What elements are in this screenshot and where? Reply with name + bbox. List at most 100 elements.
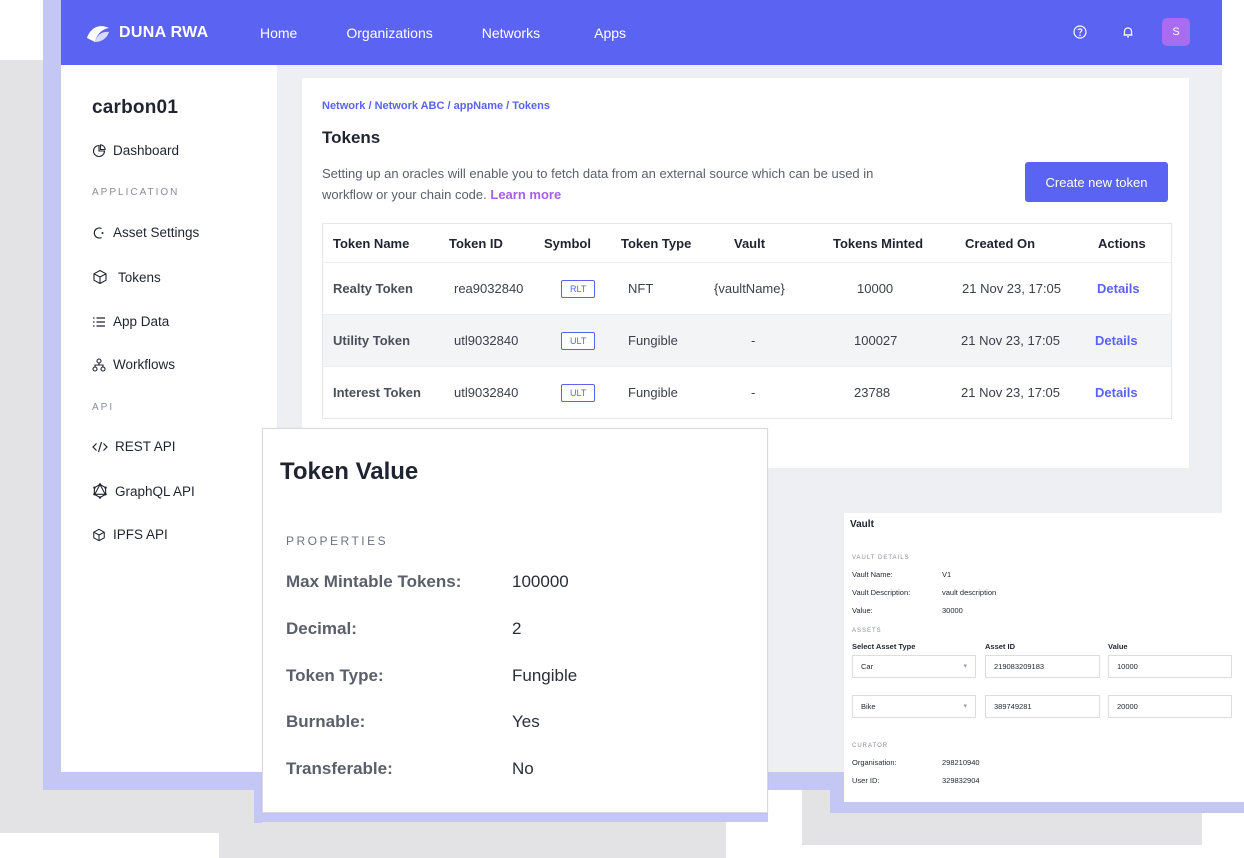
asset-id-input[interactable]: 219083209183 [985, 655, 1100, 678]
asset-settings-icon [93, 226, 104, 239]
sidebar: carbon01 Dashboard APPLICATION Asset Set… [61, 65, 277, 772]
asset-id-header: Asset ID [985, 642, 1016, 651]
brand-logo[interactable]: DUNA RWA [85, 22, 235, 44]
property-value: Fungible [512, 666, 578, 685]
create-token-button[interactable]: Create new token [1025, 162, 1168, 202]
breadcrumb[interactable]: Network / Network ABC / appName / Tokens [322, 100, 550, 112]
learn-more-link[interactable]: Learn more [490, 187, 561, 202]
sidebar-item-label: Asset Settings [113, 225, 200, 240]
bg-layer [0, 790, 230, 833]
property-label: Max Mintable Tokens: [286, 572, 462, 591]
asset-value-input[interactable]: 10000 [1108, 655, 1232, 678]
dashboard-icon [92, 143, 106, 157]
sidebar-item-app-data[interactable]: App Data [92, 314, 169, 329]
header-token-name: Token Name [333, 235, 410, 251]
sidebar-item-asset-settings[interactable]: Asset Settings [92, 225, 199, 240]
token-id: rea9032840 [454, 281, 524, 296]
property-label: Transferable: [286, 759, 393, 778]
details-link[interactable]: Details [1095, 315, 1138, 366]
created-on: 21 Nov 23, 17:05 [962, 281, 1062, 296]
logo-icon [87, 25, 109, 42]
table-row: Realty Token rea9032840 RLT NFT {vaultNa… [323, 262, 1171, 314]
token-symbol: ULT [561, 367, 596, 418]
header-tokens-minted: Tokens Minted [833, 235, 924, 251]
tokens-minted: 100027 [854, 333, 898, 348]
sidebar-item-rest-api[interactable]: REST API [92, 439, 176, 454]
token-value-title: Token Value [280, 458, 419, 485]
nav-networks[interactable]: Networks [482, 25, 540, 41]
top-actions: S [1066, 18, 1190, 46]
vault-value-value: 30000 [942, 606, 963, 615]
asset-type-select[interactable]: Car ▾ [852, 655, 976, 678]
header-token-type: Token Type [621, 235, 692, 251]
nav-apps[interactable]: Apps [594, 25, 626, 41]
property-value: 100000 [512, 572, 569, 591]
token-symbol: ULT [561, 315, 596, 366]
bell-icon[interactable] [1114, 18, 1142, 46]
token-type: Fungible [628, 333, 678, 348]
header-created-on: Created On [965, 235, 1036, 251]
properties-section: PROPERTIES [286, 534, 389, 548]
sidebar-item-ipfs-api[interactable]: IPFS API [92, 527, 168, 542]
main-nav: Home Organizations Networks Apps [235, 25, 626, 41]
sidebar-item-workflows[interactable]: Workflows [92, 357, 175, 372]
table-row: Utility Token utl9032840 ULT Fungible - … [323, 314, 1171, 366]
token-vault: {vaultName} [714, 281, 785, 296]
property-label: Burnable: [286, 712, 366, 731]
asset-id-input[interactable]: 389749281 [985, 695, 1100, 718]
tokens-minted: 10000 [857, 281, 894, 296]
details-link[interactable]: Details [1095, 367, 1138, 418]
asset-value-input[interactable]: 20000 [1108, 695, 1232, 718]
token-type: Fungible [628, 385, 678, 400]
header-vault: Vault [734, 235, 766, 251]
sidebar-item-tokens[interactable]: Tokens [92, 269, 161, 285]
user-id-value: 329832904 [942, 776, 980, 785]
property-value: Yes [512, 712, 540, 731]
token-value-card: Token Value PROPERTIES Max Mintable Toke… [262, 428, 768, 813]
symbol-badge: ULT [561, 383, 596, 402]
details-link[interactable]: Details [1097, 263, 1140, 314]
page-description: Setting up an oracles will enable you to… [322, 163, 922, 205]
created-on: 21 Nov 23, 17:05 [961, 385, 1061, 400]
vault-name-label: Vault Name: [852, 570, 893, 579]
app-name: carbon01 [92, 97, 179, 118]
nav-organizations[interactable]: Organizations [346, 25, 432, 41]
bg-layer [0, 60, 48, 800]
cube-icon [93, 528, 105, 541]
vault-title: Vault [850, 519, 874, 530]
tokens-table: Token Name Token ID Symbol Token Type Va… [322, 223, 1172, 419]
sidebar-item-label: REST API [115, 439, 176, 454]
sidebar-item-label: Dashboard [113, 143, 180, 158]
top-navbar: DUNA RWA Home Organizations Networks App… [61, 0, 1222, 65]
table-row: Interest Token utl9032840 ULT Fungible -… [323, 366, 1171, 418]
workflow-icon [92, 357, 106, 372]
assets-section: ASSETS [852, 628, 882, 634]
nav-home[interactable]: Home [260, 25, 297, 41]
header-actions: Actions [1098, 235, 1146, 251]
token-vault: - [751, 385, 756, 400]
token-id: utl9032840 [454, 333, 519, 348]
chevron-down-icon: ▾ [963, 703, 967, 710]
curator-section: CURATOR [852, 743, 889, 749]
vault-description-label: Vault Description: [852, 588, 911, 597]
select-value: Car [861, 662, 874, 671]
sidebar-item-label: Workflows [113, 357, 176, 372]
code-icon [92, 441, 108, 452]
bg-layer [830, 802, 1244, 813]
sidebar-item-graphql-api[interactable]: GraphQL API [92, 483, 195, 499]
vault-card: Vault VAULT DETAILS Vault Name: V1 Vault… [844, 513, 1244, 802]
brand-name: DUNA RWA [119, 23, 209, 41]
symbol-badge: ULT [561, 331, 596, 350]
select-value: Bike [861, 702, 876, 711]
sidebar-item-label: GraphQL API [115, 483, 195, 499]
vault-name-value: V1 [942, 570, 952, 579]
token-id: utl9032840 [454, 385, 519, 400]
sidebar-item-label: App Data [113, 314, 170, 329]
list-icon [93, 316, 105, 327]
user-avatar[interactable]: S [1162, 18, 1190, 46]
property-value: No [512, 759, 534, 778]
tokens-panel: Network / Network ABC / appName / Tokens… [302, 78, 1189, 468]
asset-type-select[interactable]: Bike ▾ [852, 695, 976, 718]
sidebar-item-dashboard[interactable]: Dashboard [92, 143, 179, 158]
help-icon[interactable] [1066, 18, 1094, 46]
